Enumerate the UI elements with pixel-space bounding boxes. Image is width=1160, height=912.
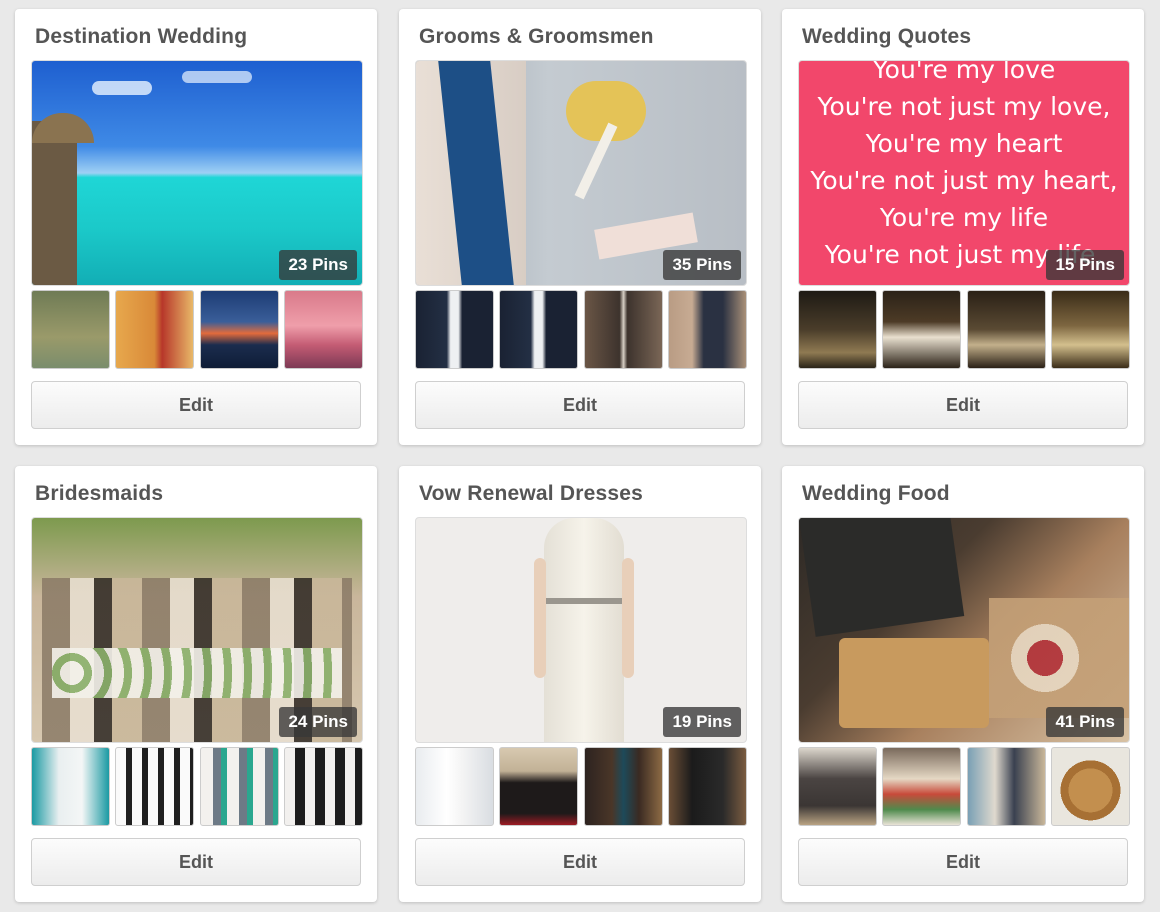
board-title[interactable]: Vow Renewal Dresses xyxy=(419,482,643,506)
pin-count-badge: 23 Pins xyxy=(279,250,357,280)
thumbnail-image[interactable] xyxy=(967,290,1046,369)
quote-line: You're my love xyxy=(872,60,1056,84)
charcuterie-board xyxy=(989,598,1129,718)
thumbnail-image[interactable] xyxy=(798,747,877,826)
pin-count-badge: 15 Pins xyxy=(1046,250,1124,280)
thumbnail-image[interactable] xyxy=(499,747,578,826)
edit-button[interactable]: Edit xyxy=(415,838,745,886)
thumbnail-image[interactable] xyxy=(882,747,961,826)
quote-line: You're not just my heart, xyxy=(810,166,1118,195)
pin-count-badge: 19 Pins xyxy=(663,707,741,737)
hut-roof xyxy=(32,113,94,143)
board-wedding-quotes[interactable]: Wedding Quotes You're my love You're not… xyxy=(782,9,1144,445)
arm xyxy=(534,558,546,678)
white-dress xyxy=(544,518,624,742)
arm xyxy=(622,558,634,678)
thumbnail-image[interactable] xyxy=(668,747,747,826)
thumbnail-image[interactable] xyxy=(284,290,363,369)
thumbnail-image[interactable] xyxy=(967,747,1046,826)
quote-line: You're not just my love, xyxy=(817,92,1111,121)
board-title[interactable]: Destination Wedding xyxy=(35,25,247,49)
thumbnail-image[interactable] xyxy=(415,747,494,826)
thumbnail-image[interactable] xyxy=(415,290,494,369)
food-basket xyxy=(839,638,989,728)
chalkboard-sign xyxy=(799,518,965,637)
board-cover-image[interactable]: 19 Pins xyxy=(415,517,747,743)
thumbnail-image[interactable] xyxy=(499,290,578,369)
board-cover-image[interactable]: 23 Pins xyxy=(31,60,363,286)
edit-button[interactable]: Edit xyxy=(798,381,1128,429)
board-title[interactable]: Wedding Food xyxy=(802,482,950,506)
edit-button[interactable]: Edit xyxy=(415,381,745,429)
board-title[interactable]: Grooms & Groomsmen xyxy=(419,25,654,49)
thumbnail-image[interactable] xyxy=(1051,290,1130,369)
pin-count-badge: 41 Pins xyxy=(1046,707,1124,737)
thumbnail-image[interactable] xyxy=(882,290,961,369)
board-destination-wedding[interactable]: Destination Wedding 23 Pins Edit xyxy=(15,9,377,445)
thumbnail-image[interactable] xyxy=(584,290,663,369)
thumbnail-image[interactable] xyxy=(668,290,747,369)
thumbnail-image[interactable] xyxy=(31,747,110,826)
board-cover-image[interactable]: You're my love You're not just my love, … xyxy=(798,60,1130,286)
dress-belt xyxy=(546,598,622,604)
thumbnail-image[interactable] xyxy=(115,290,194,369)
board-grooms-groomsmen[interactable]: Grooms & Groomsmen 35 Pins Edit xyxy=(399,9,761,445)
quote-text: You're my love You're not just my love, … xyxy=(799,60,1129,273)
thumbnail-image[interactable] xyxy=(584,747,663,826)
thumbnail-image[interactable] xyxy=(200,747,279,826)
thumbnail-image[interactable] xyxy=(284,747,363,826)
edit-button[interactable]: Edit xyxy=(31,381,361,429)
cloud xyxy=(92,81,152,95)
thumbnail-image[interactable] xyxy=(200,290,279,369)
cloud xyxy=(182,71,252,83)
pin-count-badge: 35 Pins xyxy=(663,250,741,280)
thumbnail-image[interactable] xyxy=(31,290,110,369)
board-cover-image[interactable]: 24 Pins xyxy=(31,517,363,743)
board-title[interactable]: Bridesmaids xyxy=(35,482,163,506)
board-title[interactable]: Wedding Quotes xyxy=(802,25,971,49)
board-cover-image[interactable]: 41 Pins xyxy=(798,517,1130,743)
board-vow-renewal-dresses[interactable]: Vow Renewal Dresses 19 Pins Edit xyxy=(399,466,761,902)
board-bridesmaids[interactable]: Bridesmaids 24 Pins Edit xyxy=(15,466,377,902)
thumbnail-image[interactable] xyxy=(1051,747,1130,826)
edit-button[interactable]: Edit xyxy=(31,838,361,886)
hut-image-part xyxy=(32,121,77,285)
edit-button[interactable]: Edit xyxy=(798,838,1128,886)
pin-count-badge: 24 Pins xyxy=(279,707,357,737)
board-cover-image[interactable]: 35 Pins xyxy=(415,60,747,286)
quote-line: You're my heart xyxy=(865,129,1063,158)
thumbnail-image[interactable] xyxy=(115,747,194,826)
board-wedding-food[interactable]: Wedding Food 41 Pins Edit xyxy=(782,466,1144,902)
quote-line: You're my life xyxy=(879,203,1049,232)
bouquets xyxy=(52,648,342,698)
thumbnail-image[interactable] xyxy=(798,290,877,369)
